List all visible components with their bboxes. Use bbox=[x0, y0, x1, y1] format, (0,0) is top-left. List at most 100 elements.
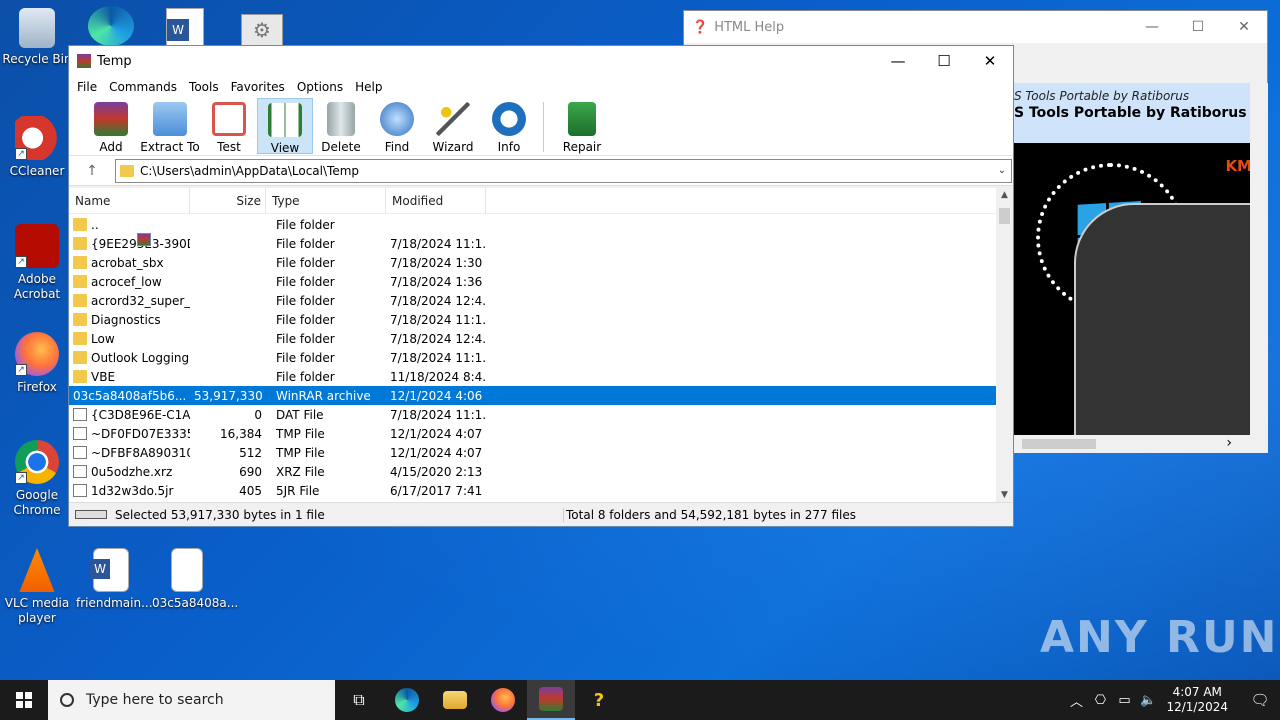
help-horizontal-scrollbar[interactable]: › bbox=[1014, 435, 1268, 453]
desktop-icon-03c5a8408a[interactable]: 03c5a8408a... bbox=[152, 548, 238, 611]
scroll-down-icon[interactable]: ▼ bbox=[996, 490, 1013, 500]
close-icon[interactable]: ✕ bbox=[1221, 19, 1267, 35]
desktop-icon-google-chrome[interactable]: ↗ Google Chrome bbox=[2, 440, 72, 518]
menu-tools[interactable]: Tools bbox=[183, 80, 225, 94]
scroll-right-icon[interactable]: › bbox=[1226, 435, 1232, 451]
taskbar-file-explorer[interactable] bbox=[431, 680, 479, 720]
menu-help[interactable]: Help bbox=[349, 80, 388, 94]
network-sharing-icon[interactable]: ⎔ bbox=[1088, 693, 1112, 708]
wizard-button[interactable]: Wizard bbox=[425, 98, 481, 154]
delete-button[interactable]: Delete bbox=[313, 98, 369, 154]
start-button[interactable] bbox=[0, 680, 48, 720]
maximize-icon[interactable]: ☐ bbox=[921, 52, 967, 70]
menu-options[interactable]: Options bbox=[291, 80, 349, 94]
desktop-icon-adobe-acrobat[interactable]: ↗ Adobe Acrobat bbox=[2, 224, 72, 302]
help-header: S Tools Portable by Ratiborus S Tools Po… bbox=[1014, 83, 1268, 143]
table-row[interactable]: .. File folder bbox=[69, 215, 1013, 234]
path-text: C:\Users\admin\AppData\Local\Temp bbox=[140, 163, 360, 178]
table-row[interactable]: 03c5a8408af5b6... 53,917,330 WinRAR archiv… bbox=[69, 233, 1013, 405]
file-list[interactable]: Name Size Type Modified ..File folder{9E… bbox=[69, 188, 1013, 502]
table-row[interactable]: VBE File folder 11/18/2024 8:4... bbox=[69, 367, 1013, 386]
column-type[interactable]: Type bbox=[266, 188, 386, 214]
column-modified[interactable]: Modified bbox=[386, 188, 486, 214]
km-label: KM bbox=[1225, 157, 1250, 175]
volume-icon[interactable]: 🔈 bbox=[1136, 693, 1160, 708]
cell-name: ~DFBF8A890310... bbox=[69, 446, 190, 460]
desktop-icon-recycle-bin[interactable]: Recycle Bin bbox=[2, 8, 72, 67]
maximize-icon[interactable]: ☐ bbox=[1175, 19, 1221, 35]
table-row[interactable]: {C3D8E96E-C1A... 0 DAT File 7/18/2024 11:1.… bbox=[69, 405, 1013, 424]
path-field[interactable]: C:\Users\admin\AppData\Local\Temp ⌄ bbox=[115, 158, 1012, 183]
cell-modified: 11/18/2024 8:4... bbox=[390, 369, 486, 384]
clock[interactable]: 4:07 AM 12/1/2024 bbox=[1166, 685, 1228, 715]
folder-icon bbox=[443, 691, 467, 709]
settings-desktop-icon[interactable]: ⚙ bbox=[241, 14, 283, 46]
table-row[interactable]: {9EE293E3-390D... File folder 7/18/2024 11… bbox=[69, 234, 1013, 253]
file-list-scrollbar[interactable]: ▲ ▼ bbox=[996, 188, 1013, 502]
desktop-icon-ccleaner[interactable]: ↗ CCleaner bbox=[2, 116, 72, 179]
taskbar-html-help[interactable]: ? bbox=[575, 680, 623, 720]
menu-file[interactable]: File bbox=[71, 80, 103, 94]
chevron-up-icon[interactable]: ︿ bbox=[1064, 691, 1088, 710]
network-icon[interactable]: ▭ bbox=[1112, 693, 1136, 708]
view-button[interactable]: View bbox=[257, 98, 313, 155]
menu-favorites[interactable]: Favorites bbox=[225, 80, 291, 94]
winrar-title-bar[interactable]: Temp — ☐ ✕ bbox=[69, 46, 1013, 76]
delete-label: Delete bbox=[321, 140, 361, 154]
column-size[interactable]: Size bbox=[190, 188, 266, 214]
minimize-icon[interactable]: — bbox=[875, 52, 921, 70]
help-title-bar[interactable]: ❓ HTML Help — ☐ ✕ bbox=[684, 11, 1267, 43]
table-row[interactable]: acrord32_super_... File folder 7/18/2024 1… bbox=[69, 291, 1013, 310]
table-row[interactable]: Low File folder 7/18/2024 12:4... bbox=[69, 329, 1013, 348]
taskbar-winrar[interactable] bbox=[527, 680, 575, 720]
file-name: {C3D8E96E-C1A... bbox=[91, 407, 190, 422]
table-row[interactable]: acrobat_sbx File folder 7/18/2024 1:30 ... bbox=[69, 253, 1013, 272]
taskbar-firefox[interactable] bbox=[479, 680, 527, 720]
help-header-title: S Tools Portable by Ratiborus bbox=[1014, 105, 1247, 121]
taskbar-search-box[interactable]: Type here to search bbox=[48, 680, 335, 720]
cell-name: 03c5a8408af5b6... bbox=[69, 233, 190, 403]
desktop-icon-label: friendmain... bbox=[76, 596, 153, 610]
file-name: acrobat_sbx bbox=[91, 255, 164, 270]
notifications-icon[interactable]: 🗨 bbox=[1240, 691, 1280, 709]
menu-commands[interactable]: Commands bbox=[103, 80, 183, 94]
task-view-button[interactable]: ⧉ bbox=[335, 680, 383, 720]
column-name[interactable]: Name bbox=[69, 188, 190, 214]
cell-modified: 7/18/2024 1:30 ... bbox=[390, 255, 486, 270]
scroll-up-icon[interactable]: ▲ bbox=[996, 190, 1013, 200]
file-name: 03c5a8408af5b6... bbox=[73, 388, 187, 403]
minimize-icon[interactable]: — bbox=[1129, 19, 1175, 35]
scrollbar-thumb[interactable] bbox=[1022, 439, 1096, 449]
desktop-icon-friendmain[interactable]: W friendmain... bbox=[76, 548, 153, 611]
help-icon: ❓ bbox=[692, 19, 709, 35]
find-button[interactable]: Find bbox=[369, 98, 425, 154]
chevron-down-icon[interactable]: ⌄ bbox=[993, 165, 1011, 176]
scrollbar-thumb[interactable] bbox=[999, 208, 1010, 224]
add-button[interactable]: Add bbox=[83, 98, 139, 154]
edge-desktop-icon[interactable] bbox=[88, 6, 134, 46]
table-row[interactable]: ~DFBF8A890310... 512 TMP File 12/1/2024 4:0… bbox=[69, 443, 1013, 462]
table-row[interactable]: ~DF0FD07E3335... 16,384 TMP File 12/1/2024 … bbox=[69, 424, 1013, 443]
info-button[interactable]: Info bbox=[481, 98, 537, 154]
desktop-icon-vlc[interactable]: VLC media player bbox=[2, 548, 72, 626]
wizard-wand-icon bbox=[436, 102, 470, 136]
taskbar-edge[interactable] bbox=[383, 680, 431, 720]
desktop-icon-firefox[interactable]: ↗ Firefox bbox=[2, 332, 72, 395]
table-row[interactable]: acrocef_low File folder 7/18/2024 1:36 ... bbox=[69, 272, 1013, 291]
search-placeholder: Type here to search bbox=[86, 692, 224, 708]
cell-type: File folder bbox=[276, 274, 335, 289]
close-icon[interactable]: ✕ bbox=[967, 52, 1013, 70]
extract-to-button[interactable]: Extract To bbox=[139, 98, 201, 154]
test-button[interactable]: Test bbox=[201, 98, 257, 154]
table-row[interactable]: 0u5odzhe.xrz 690 XRZ File 4/15/2020 2:13 ..… bbox=[69, 462, 1013, 481]
table-row[interactable]: Outlook Logging File folder 7/18/2024 11:1… bbox=[69, 348, 1013, 367]
table-row[interactable]: 1d32w3do.5jr 405 5JR File 6/17/2017 7:41 ..… bbox=[69, 481, 1013, 500]
table-row[interactable]: Diagnostics File folder 7/18/2024 11:1... bbox=[69, 310, 1013, 329]
winrar-window[interactable]: Temp — ☐ ✕ File Commands Tools Favorites… bbox=[68, 45, 1014, 527]
folder-icon bbox=[73, 313, 87, 326]
vlc-cone-icon bbox=[19, 548, 55, 592]
word-desktop-icon[interactable]: W bbox=[166, 8, 204, 46]
up-arrow-icon[interactable]: ↑ bbox=[69, 163, 115, 179]
repair-button[interactable]: Repair bbox=[554, 98, 610, 154]
help-vertical-scrollbar[interactable] bbox=[1250, 83, 1268, 435]
